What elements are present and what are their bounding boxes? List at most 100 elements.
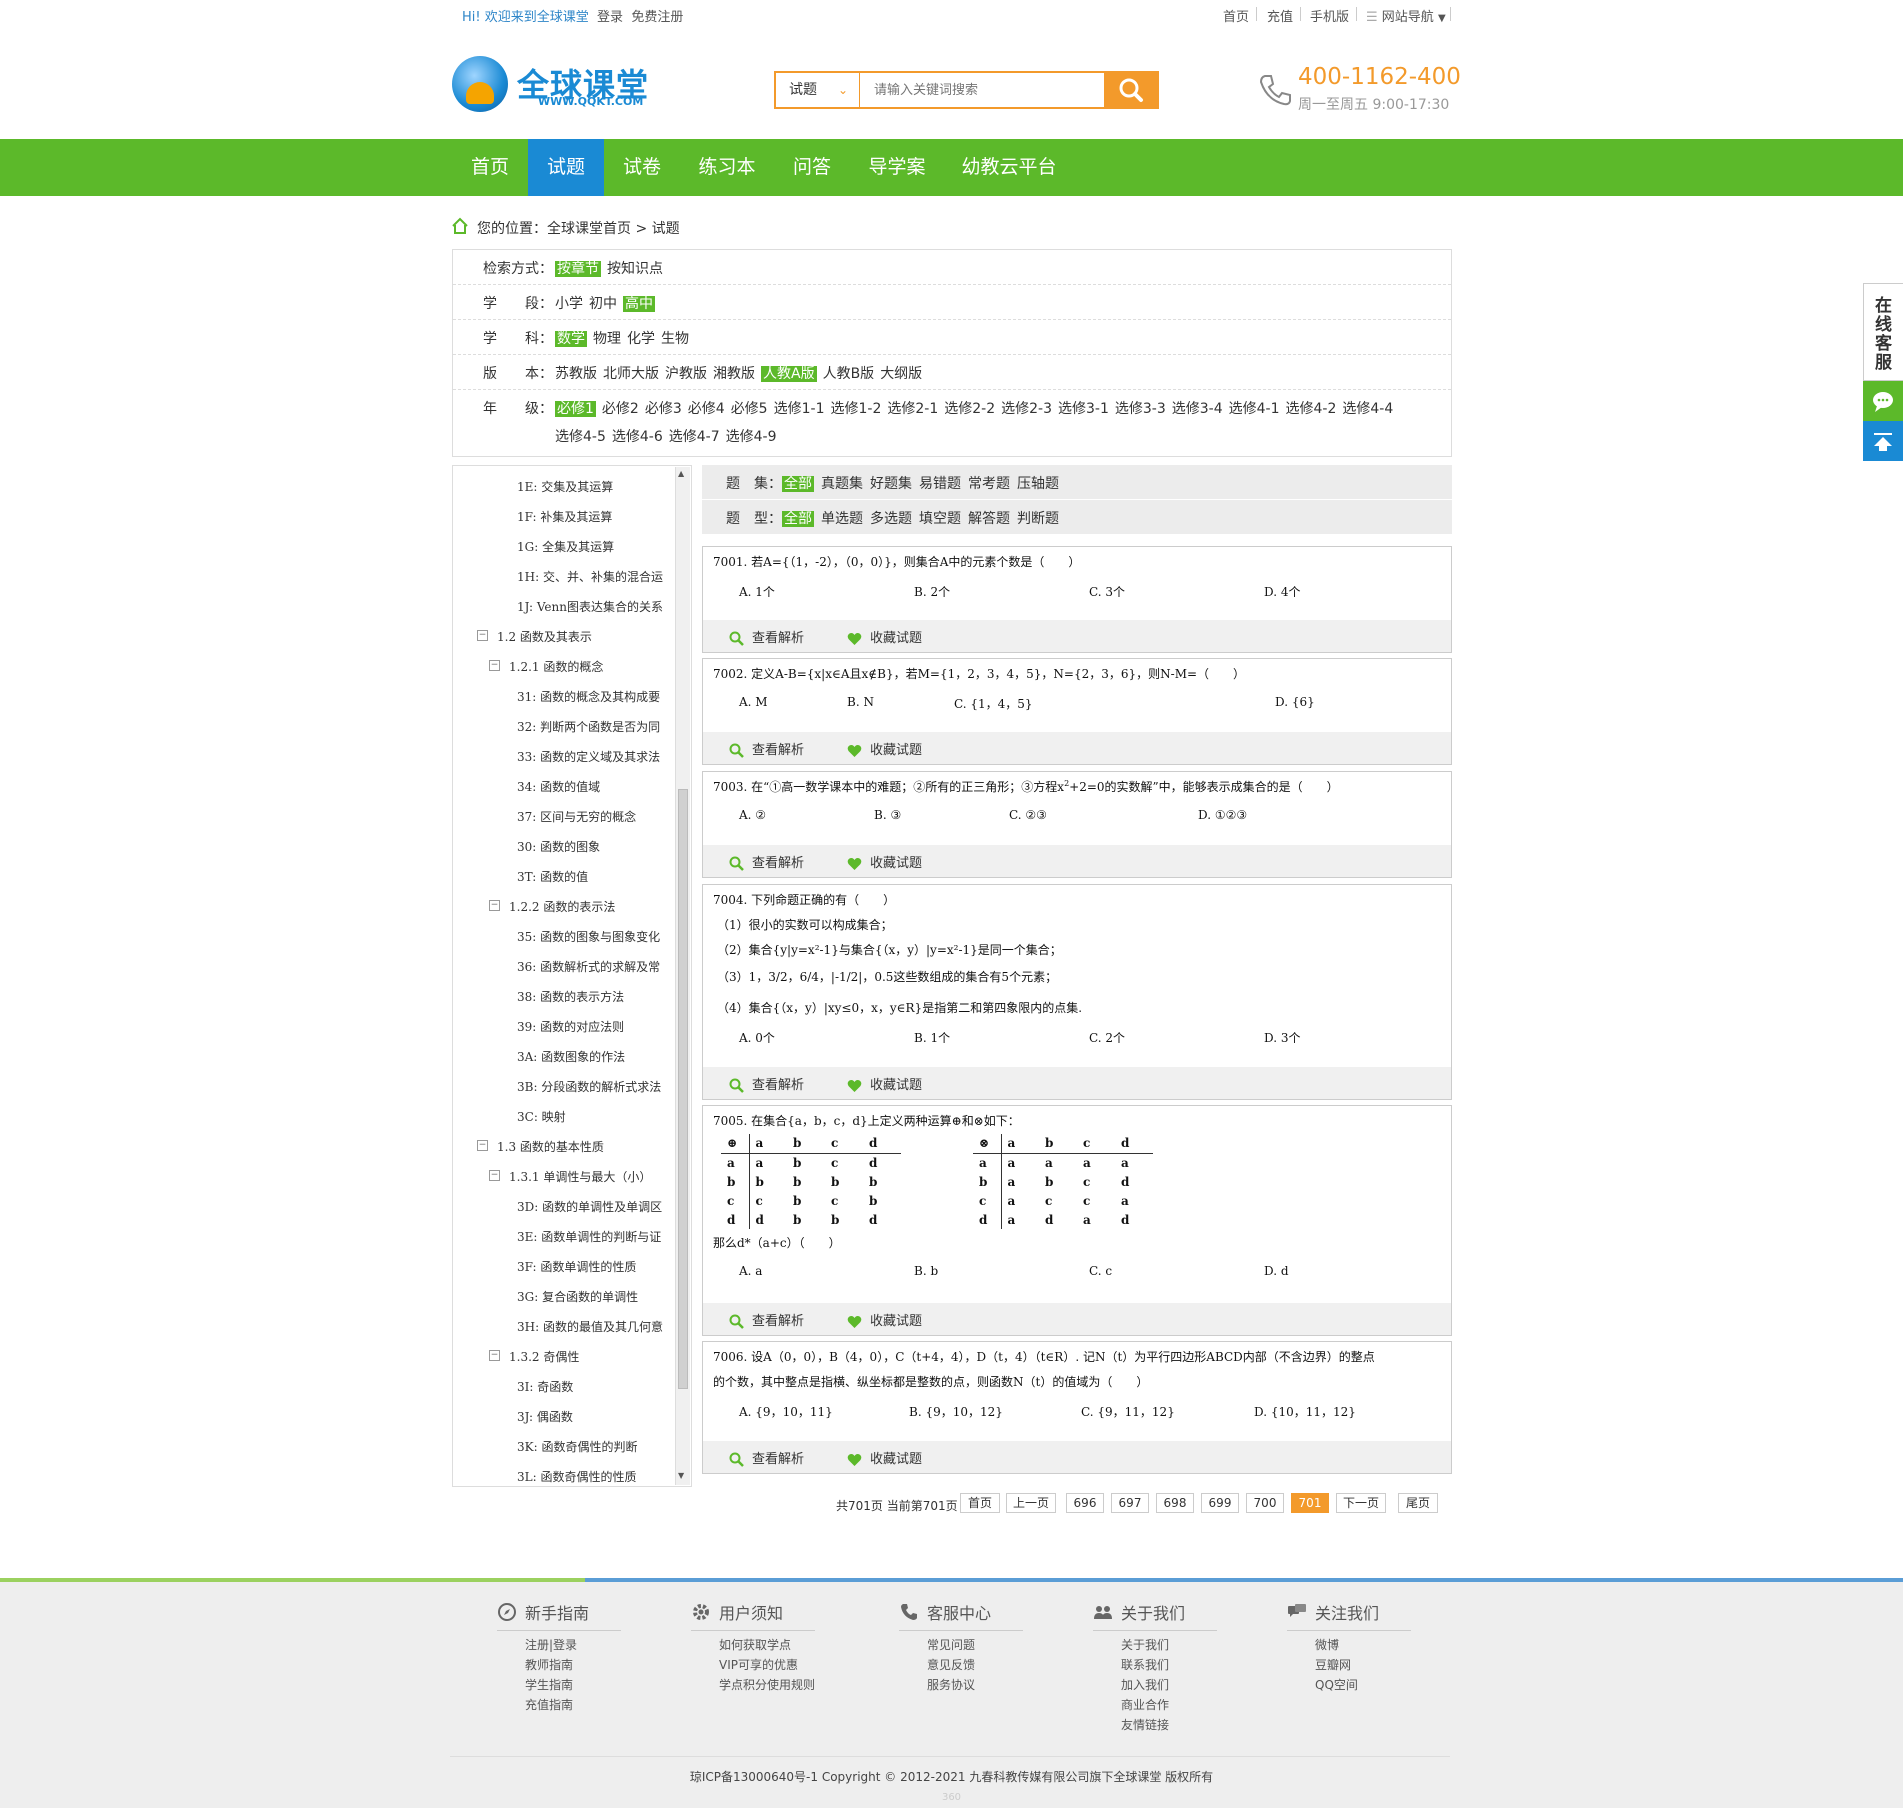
top-recharge-link[interactable]: 充值 (1267, 6, 1293, 25)
filter-option[interactable]: 选修3-1 (1058, 401, 1109, 417)
footer-link[interactable]: 充值指南 (525, 1696, 573, 1713)
tree-scrollbar[interactable]: ▲ ▼ (675, 467, 690, 1485)
nav-qa[interactable]: 问答 (774, 139, 850, 196)
footer-link[interactable]: 联系我们 (1121, 1656, 1169, 1673)
filter-option[interactable]: 选修1-1 (774, 401, 825, 417)
footer-link[interactable]: 如何获取学点 (719, 1636, 791, 1653)
top-home-link[interactable]: 首页 (1223, 6, 1249, 25)
top-mobile-link[interactable]: 手机版 (1310, 6, 1349, 25)
chat-button[interactable] (1863, 381, 1903, 421)
filter-option[interactable]: 必修2 (602, 401, 639, 417)
filter-option[interactable]: 判断题 (1017, 511, 1059, 527)
footer-link[interactable]: VIP可享的优惠 (719, 1656, 798, 1673)
filter-option[interactable]: 沪教版 (665, 366, 707, 382)
footer-link[interactable]: 注册|登录 (525, 1636, 577, 1653)
register-link[interactable]: 免费注册 (631, 10, 683, 25)
filter-option[interactable]: 选修4-5 (555, 429, 606, 445)
filter-option[interactable]: 常考题 (968, 476, 1010, 492)
filter-option[interactable]: 生物 (661, 331, 689, 347)
footer-link[interactable]: 学点积分使用规则 (719, 1676, 815, 1693)
view-analysis-button[interactable]: 查看解析 (729, 1448, 804, 1467)
view-analysis-button[interactable]: 查看解析 (729, 739, 804, 758)
filter-option[interactable]: 化学 (627, 331, 655, 347)
footer-link[interactable]: 微博 (1315, 1636, 1339, 1653)
nav-guide[interactable]: 导学案 (850, 139, 944, 196)
filter-option[interactable]: 选修1-2 (830, 401, 881, 417)
filter-option[interactable]: 压轴题 (1017, 476, 1059, 492)
footer-link[interactable]: 教师指南 (525, 1656, 573, 1673)
filter-option[interactable]: 选修2-1 (887, 401, 938, 417)
filter-option[interactable]: 初中 (589, 296, 617, 312)
view-analysis-button[interactable]: 查看解析 (729, 1074, 804, 1093)
nav-home[interactable]: 首页 (452, 139, 528, 196)
nav-workbook[interactable]: 练习本 (680, 139, 774, 196)
filter-option[interactable]: 选修2-2 (944, 401, 995, 417)
favorite-button[interactable]: 收藏试题 (847, 1310, 922, 1329)
filter-option[interactable]: 选修3-4 (1172, 401, 1223, 417)
filter-option[interactable]: 人教B版 (823, 366, 875, 382)
filter-option[interactable]: 湘教版 (713, 366, 755, 382)
filter-option[interactable]: 全部 (782, 476, 814, 492)
view-analysis-button[interactable]: 查看解析 (729, 627, 804, 646)
footer-link[interactable]: 友情链接 (1121, 1716, 1169, 1733)
filter-option[interactable]: 选修4-6 (612, 429, 663, 445)
filter-option[interactable]: 大纲版 (880, 366, 922, 382)
online-service-button[interactable]: 在线客服 (1863, 283, 1903, 381)
filter-option[interactable]: 选修4-1 (1229, 401, 1280, 417)
filter-option[interactable]: 选修4-9 (726, 429, 777, 445)
filter-option[interactable]: 高中 (623, 296, 655, 312)
nav-questions[interactable]: 试题 (528, 139, 604, 196)
last-page-button[interactable]: 尾页 (1398, 1493, 1438, 1513)
view-analysis-button[interactable]: 查看解析 (729, 852, 804, 871)
filter-option[interactable]: 多选题 (870, 511, 912, 527)
filter-option[interactable]: 全部 (782, 511, 814, 527)
nav-papers[interactable]: 试卷 (604, 139, 680, 196)
filter-option[interactable]: 填空题 (919, 511, 961, 527)
filter-option[interactable]: 小学 (555, 296, 583, 312)
page-button[interactable]: 696 (1066, 1493, 1104, 1513)
favorite-button[interactable]: 收藏试题 (847, 1074, 922, 1093)
favorite-button[interactable]: 收藏试题 (847, 739, 922, 758)
favorite-button[interactable]: 收藏试题 (847, 627, 922, 646)
footer-link[interactable]: 学生指南 (525, 1676, 573, 1693)
collapse-toggle-icon[interactable]: − (489, 1170, 500, 1181)
filter-option[interactable]: 易错题 (919, 476, 961, 492)
collapse-toggle-icon[interactable]: − (489, 660, 500, 671)
filter-option[interactable]: 人教A版 (761, 366, 817, 382)
filter-option[interactable]: 必修4 (688, 401, 725, 417)
next-page-button[interactable]: 下一页 (1336, 1493, 1386, 1513)
footer-link[interactable]: 关于我们 (1121, 1636, 1169, 1653)
view-analysis-button[interactable]: 查看解析 (729, 1310, 804, 1329)
prev-page-button[interactable]: 上一页 (1006, 1493, 1056, 1513)
filter-option[interactable]: 按知识点 (607, 261, 663, 277)
page-button[interactable]: 700 (1246, 1493, 1284, 1513)
filter-option[interactable]: 必修5 (731, 401, 768, 417)
filter-option[interactable]: 单选题 (821, 511, 863, 527)
collapse-toggle-icon[interactable]: − (489, 1350, 500, 1361)
filter-option[interactable]: 北师大版 (603, 366, 659, 382)
page-button[interactable]: 697 (1111, 1493, 1149, 1513)
filter-option[interactable]: 按章节 (555, 261, 601, 277)
search-button[interactable] (1104, 71, 1159, 109)
footer-link[interactable]: 豆瓣网 (1315, 1656, 1351, 1673)
filter-option[interactable]: 好题集 (870, 476, 912, 492)
footer-link[interactable]: 意见反馈 (927, 1656, 975, 1673)
nav-kindergarten[interactable]: 幼教云平台 (944, 139, 1074, 196)
page-button[interactable]: 699 (1201, 1493, 1239, 1513)
scroll-down-icon[interactable]: ▼ (678, 1471, 684, 1480)
filter-option[interactable]: 苏教版 (555, 366, 597, 382)
search-input[interactable] (862, 73, 1107, 107)
collapse-toggle-icon[interactable]: − (477, 1140, 488, 1151)
filter-option[interactable]: 选修4-4 (1342, 401, 1393, 417)
filter-option[interactable]: 真题集 (821, 476, 863, 492)
page-button[interactable]: 698 (1156, 1493, 1194, 1513)
login-link[interactable]: 登录 (597, 10, 623, 25)
filter-option[interactable]: 必修1 (555, 401, 596, 417)
filter-option[interactable]: 物理 (593, 331, 621, 347)
footer-link[interactable]: 商业合作 (1121, 1696, 1169, 1713)
filter-option[interactable]: 必修3 (645, 401, 682, 417)
filter-option[interactable]: 数学 (555, 331, 587, 347)
filter-option[interactable]: 选修4-2 (1285, 401, 1336, 417)
footer-link[interactable]: 服务协议 (927, 1676, 975, 1693)
footer-link[interactable]: QQ空间 (1315, 1676, 1358, 1693)
